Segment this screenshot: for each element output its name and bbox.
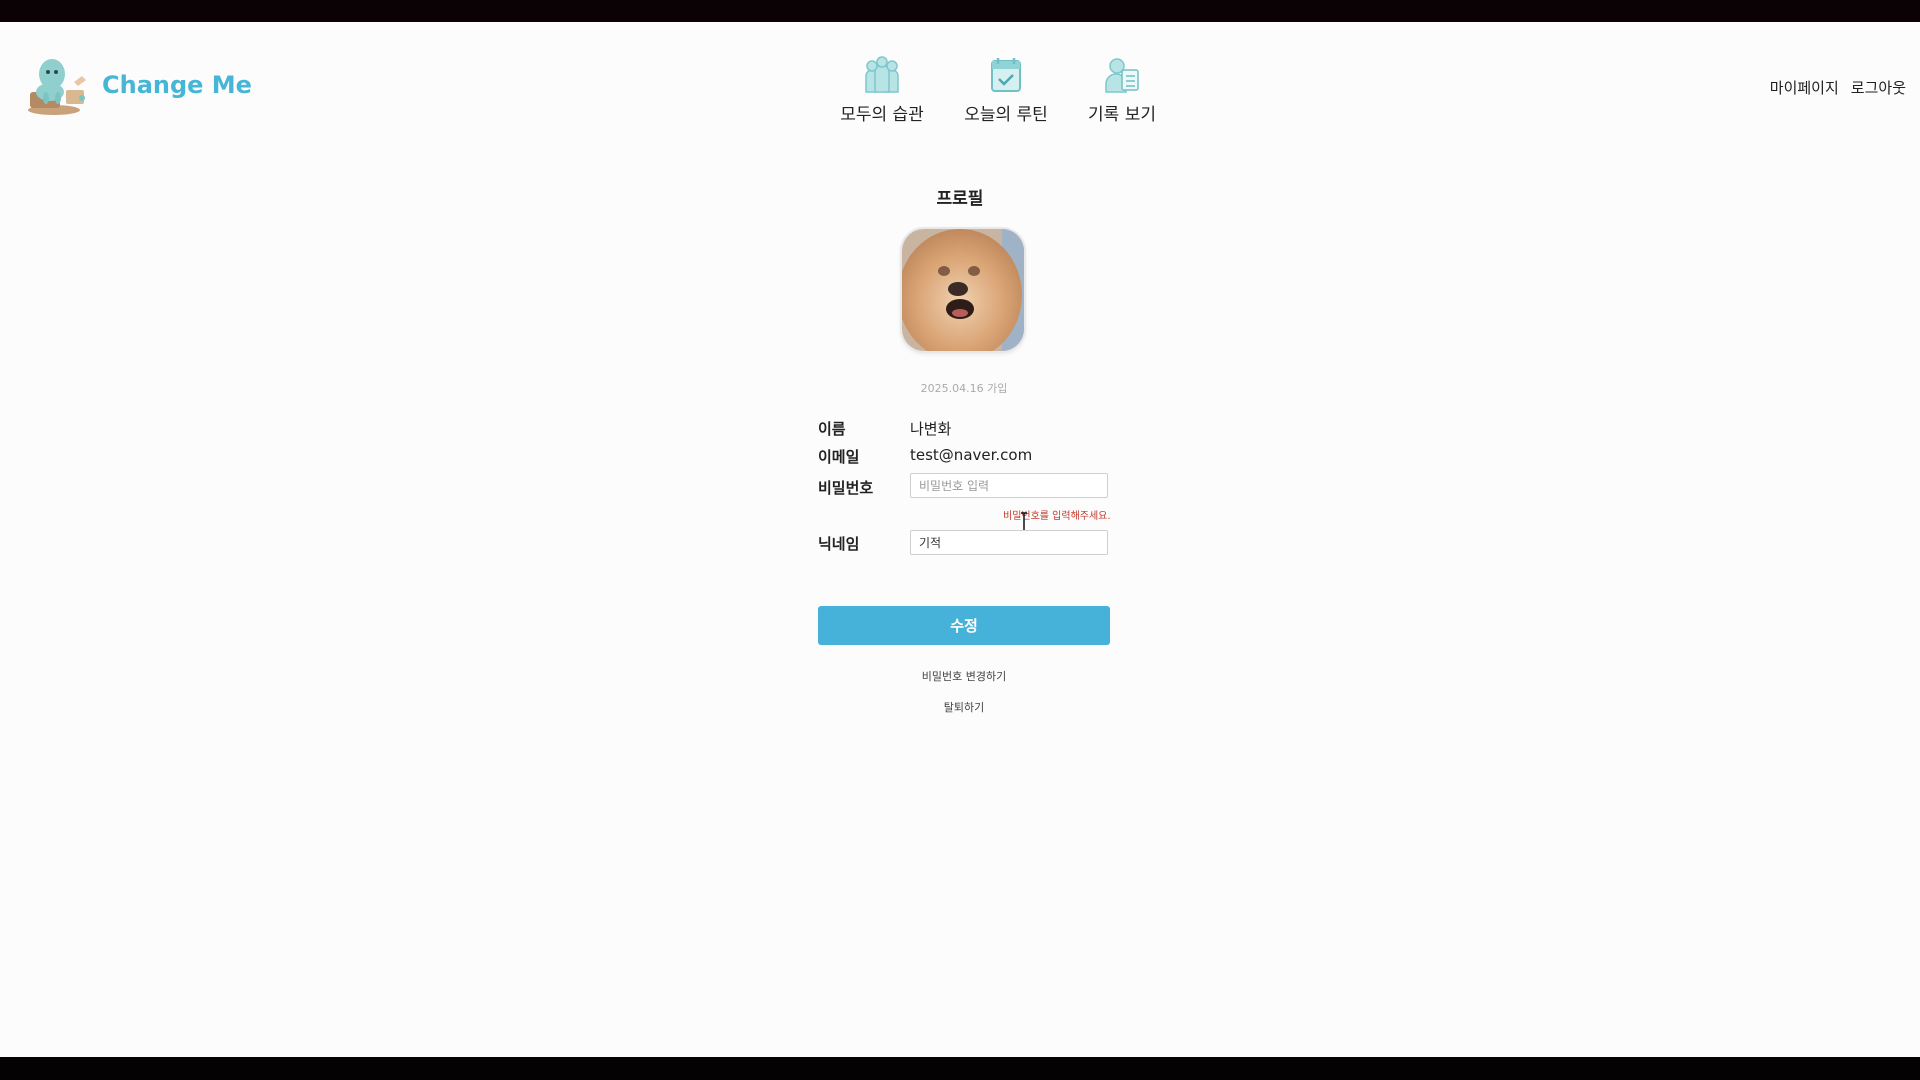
window-bottom-bar [0,1057,1920,1080]
page: Change Me 모두의 습관 오늘의 루틴 기록 보기 마이페이지 로그아웃… [0,22,1920,1057]
join-date: 2025.04.16 가입 [920,382,1008,395]
nav-label: 모두의 습관 [840,105,924,125]
mascot-logo-icon [28,59,86,115]
logout-link[interactable]: 로그아웃 [1851,77,1906,98]
password-input[interactable] [910,473,1108,498]
user-links: 마이페이지 로그아웃 [1770,77,1906,98]
people-icon [865,56,899,93]
submit-button[interactable]: 수정 [818,606,1110,645]
nav-label: 기록 보기 [1088,105,1156,125]
main-nav: 모두의 습관 오늘의 루틴 기록 보기 [830,56,1174,125]
brand-name[interactable]: Change Me [102,71,252,99]
email-value: test@naver.com [910,446,1033,464]
calendar-check-icon [991,58,1021,92]
profile-photo-dog-icon [902,229,1024,351]
avatar[interactable] [902,229,1024,351]
page-title: 프로필 [936,189,984,209]
nav-label: 오늘의 루틴 [964,105,1048,125]
nav-item-view-records[interactable]: 기록 보기 [1070,56,1174,125]
text-cursor-icon [1021,512,1027,532]
mypage-link[interactable]: 마이페이지 [1770,77,1839,98]
email-label: 이메일 [818,448,860,466]
person-list-icon [1105,58,1139,93]
password-label: 비밀번호 [818,479,874,497]
nickname-label: 닉네임 [818,535,860,553]
nickname-input[interactable] [910,530,1108,555]
withdraw-link[interactable]: 탈퇴하기 [0,699,1920,715]
brand-logo[interactable]: Change Me [24,52,252,118]
name-value: 나변화 [910,420,952,438]
nav-item-everyones-habits[interactable]: 모두의 습관 [830,56,934,125]
change-password-link[interactable]: 비밀번호 변경하기 [0,668,1920,684]
name-label: 이름 [818,420,846,438]
nav-item-todays-routine[interactable]: 오늘의 루틴 [954,56,1058,125]
window-top-bar [0,0,1920,22]
